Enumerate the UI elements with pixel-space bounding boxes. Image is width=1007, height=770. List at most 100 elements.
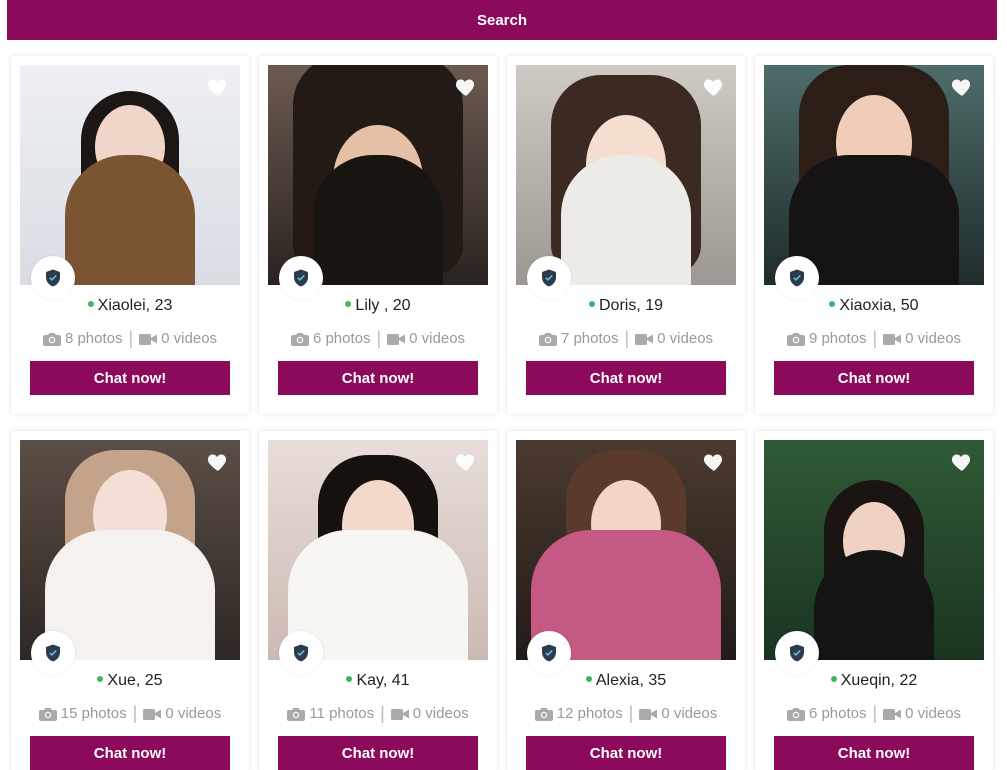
profile-photo[interactable]: [20, 65, 240, 285]
camera-icon: [287, 707, 306, 721]
verified-badge: [775, 256, 819, 300]
online-indicator: [829, 300, 836, 307]
profile-photo[interactable]: [268, 440, 488, 660]
profile-name: Xiaoxia, 50: [755, 297, 993, 315]
camera-icon: [538, 332, 557, 346]
heart-icon[interactable]: [454, 450, 478, 474]
profile-name-text: Kay, 41: [356, 672, 410, 689]
heart-icon[interactable]: [950, 75, 974, 99]
photos-count[interactable]: 11 photos: [287, 705, 374, 722]
profile-card: Xiaoxia, 50 9 photos | 0 videos Chat now…: [755, 56, 993, 414]
separator: |: [872, 703, 878, 723]
profile-photo[interactable]: [20, 440, 240, 660]
online-indicator: [585, 675, 592, 682]
profile-name-text: Xue, 25: [107, 672, 163, 689]
videos-count[interactable]: 0 videos: [139, 330, 217, 347]
photos-count[interactable]: 7 photos: [538, 330, 618, 347]
profile-name-text: Lily , 20: [355, 297, 411, 314]
videos-count[interactable]: 0 videos: [390, 705, 469, 722]
profile-stats: 11 photos | 0 videos: [259, 703, 497, 724]
shield-icon: [46, 269, 60, 287]
profile-card: Xiaolei, 23 8 photos | 0 videos Chat now…: [11, 56, 249, 414]
online-indicator: [830, 675, 837, 682]
profile-name-text: Doris, 19: [598, 297, 664, 314]
videos-count[interactable]: 0 videos: [883, 705, 961, 722]
profile-card: Kay, 41 11 photos | 0 videos Chat now!: [259, 431, 497, 770]
profile-card: Xue, 25 15 photos | 0 videos Chat now!: [11, 431, 249, 770]
chat-now-button[interactable]: Chat now!: [30, 361, 230, 395]
photos-count[interactable]: 6 photos: [786, 705, 866, 722]
video-camera-icon: [639, 708, 658, 720]
verified-badge: [31, 256, 75, 300]
profile-card: Xueqin, 22 6 photos | 0 videos Chat now!: [755, 431, 993, 770]
profile-photo[interactable]: [268, 65, 488, 285]
chat-now-button[interactable]: Chat now!: [526, 736, 726, 770]
video-camera-icon: [635, 333, 654, 345]
verified-badge: [527, 631, 571, 675]
shield-icon: [46, 644, 60, 662]
online-indicator: [87, 300, 94, 307]
separator: |: [132, 703, 138, 723]
heart-icon[interactable]: [454, 75, 478, 99]
online-indicator: [588, 300, 595, 307]
heart-icon[interactable]: [950, 450, 974, 474]
profile-photo[interactable]: [764, 440, 984, 660]
search-button[interactable]: Search: [7, 0, 997, 40]
separator: |: [128, 328, 134, 348]
profile-photo[interactable]: [516, 440, 736, 660]
photos-count[interactable]: 9 photos: [786, 330, 866, 347]
videos-count[interactable]: 0 videos: [143, 705, 221, 722]
camera-icon: [38, 707, 57, 721]
shield-icon: [790, 269, 804, 287]
photos-count[interactable]: 8 photos: [42, 330, 122, 347]
videos-count[interactable]: 0 videos: [639, 705, 717, 722]
profile-name: Alexia, 35: [507, 672, 745, 690]
verified-badge: [775, 631, 819, 675]
separator: |: [872, 328, 878, 348]
profile-photo[interactable]: [516, 65, 736, 285]
chat-now-button[interactable]: Chat now!: [278, 361, 478, 395]
profile-stats: 12 photos | 0 videos: [507, 703, 745, 724]
video-camera-icon: [390, 708, 409, 720]
videos-count[interactable]: 0 videos: [387, 330, 465, 347]
video-camera-icon: [139, 333, 158, 345]
profile-photo[interactable]: [764, 65, 984, 285]
profile-card: Doris, 19 7 photos | 0 videos Chat now!: [507, 56, 745, 414]
heart-icon[interactable]: [206, 450, 230, 474]
profile-name: Xiaolei, 23: [11, 297, 249, 315]
photos-count[interactable]: 15 photos: [38, 705, 127, 722]
chat-now-button[interactable]: Chat now!: [30, 736, 230, 770]
search-label: Search: [476, 11, 528, 29]
camera-icon: [786, 707, 805, 721]
heart-icon[interactable]: [702, 450, 726, 474]
profile-name: Xue, 25: [11, 672, 249, 690]
profile-name: Lily , 20: [259, 297, 497, 315]
profile-card: Lily , 20 6 photos | 0 videos Chat now!: [259, 56, 497, 414]
profile-stats: 6 photos | 0 videos: [259, 328, 497, 349]
verified-badge: [279, 256, 323, 300]
online-indicator: [97, 675, 104, 682]
chat-now-button[interactable]: Chat now!: [774, 361, 974, 395]
chat-now-button[interactable]: Chat now!: [526, 361, 726, 395]
profile-name: Xueqin, 22: [755, 672, 993, 690]
profile-stats: 15 photos | 0 videos: [11, 703, 249, 724]
profile-name: Doris, 19: [507, 297, 745, 315]
profile-stats: 9 photos | 0 videos: [755, 328, 993, 349]
chat-now-button[interactable]: Chat now!: [774, 736, 974, 770]
videos-count[interactable]: 0 videos: [635, 330, 713, 347]
shield-icon: [790, 644, 804, 662]
shield-icon: [542, 269, 556, 287]
chat-now-button[interactable]: Chat now!: [278, 736, 478, 770]
heart-icon[interactable]: [702, 75, 726, 99]
separator: |: [376, 328, 382, 348]
heart-icon[interactable]: [206, 75, 230, 99]
videos-count[interactable]: 0 videos: [883, 330, 961, 347]
video-camera-icon: [883, 333, 902, 345]
shield-icon: [542, 644, 556, 662]
verified-badge: [31, 631, 75, 675]
profile-name-text: Xiaoxia, 50: [839, 297, 919, 314]
video-camera-icon: [143, 708, 162, 720]
camera-icon: [534, 707, 553, 721]
photos-count[interactable]: 12 photos: [534, 705, 623, 722]
photos-count[interactable]: 6 photos: [290, 330, 370, 347]
